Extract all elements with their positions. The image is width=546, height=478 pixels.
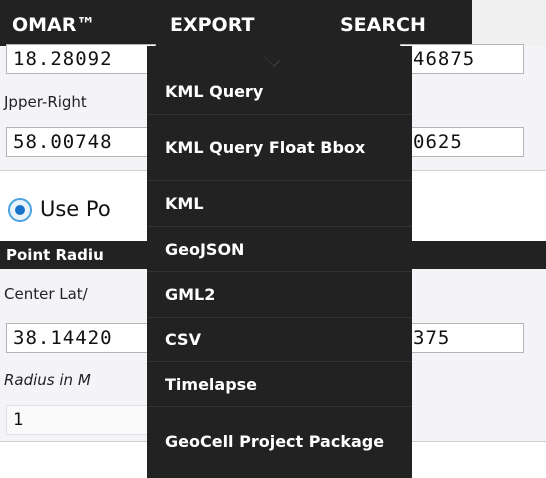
upper-right-lat-field[interactable]: 58.00748	[6, 127, 156, 157]
upper-right-label: Jpper-Right	[4, 93, 87, 111]
menu-item-timelapse[interactable]: Timelapse	[147, 362, 412, 407]
menu-item-gml2[interactable]: GML2	[147, 272, 412, 318]
lower-left-lat-field[interactable]: 18.28092	[6, 44, 156, 74]
use-point-radius-radio[interactable]	[8, 198, 32, 222]
upper-right-lon-field[interactable]: 0625	[400, 127, 524, 157]
center-latlon-label: Center Lat/	[4, 285, 88, 303]
menu-item-csv[interactable]: CSV	[147, 318, 412, 362]
menu-item-geocell-project-package[interactable]: GeoCell Project Package	[147, 407, 412, 475]
lower-left-lon-field[interactable]: 46875	[400, 44, 524, 74]
menu-item-kml[interactable]: KML	[147, 181, 412, 227]
menu-item-kml-query[interactable]: KML Query	[147, 68, 412, 115]
radius-label: Radius in M	[4, 371, 91, 389]
center-lon-field[interactable]: 375	[400, 323, 524, 353]
chevron-down-icon	[264, 51, 280, 67]
menu-item-geojson[interactable]: GeoJSON	[147, 227, 412, 272]
export-dropdown-menu: KML Query KML Query Float Bbox KML GeoJS…	[147, 46, 412, 478]
center-lat-field[interactable]: 38.14420	[6, 323, 156, 353]
export-menu-toggle[interactable]: EXPORT	[170, 0, 254, 46]
use-point-radius-label: Use Po	[40, 197, 111, 221]
brand-link[interactable]: OMAR™	[12, 0, 95, 46]
top-navbar: OMAR™ EXPORT SEARCH	[0, 0, 472, 46]
search-menu-link[interactable]: SEARCH	[340, 0, 426, 46]
menu-item-kml-query-float-bbox[interactable]: KML Query Float Bbox	[147, 115, 412, 181]
radius-field[interactable]: 1	[6, 405, 156, 435]
navbar-gap	[472, 0, 546, 46]
